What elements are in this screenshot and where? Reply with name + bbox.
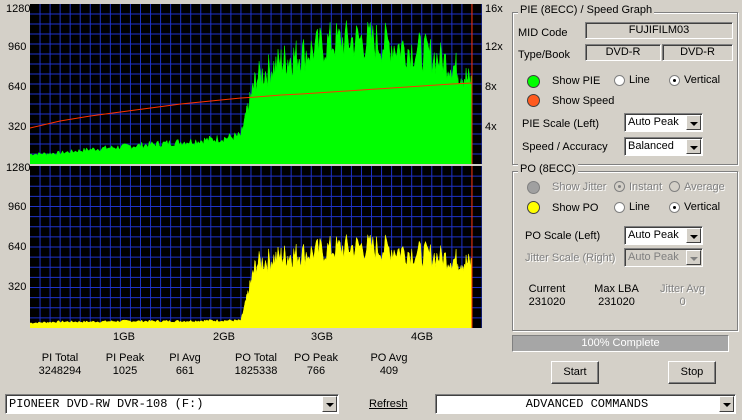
po-vertical-label[interactable]: Vertical [684, 201, 720, 213]
jitter-instant-label: Instant [629, 181, 663, 193]
type-book-label: Type/Book [518, 49, 570, 61]
chevron-down-icon[interactable] [686, 139, 701, 154]
x-tick-2gb: 2GB [213, 331, 236, 343]
book-value: DVD-R [662, 44, 733, 61]
po-scale-label: PO Scale (Left) [525, 230, 601, 242]
x-tick-4gb: 4GB [411, 331, 434, 343]
jitter-average-label: Average [684, 181, 725, 193]
jitter-scale-label: Jitter Scale (Right) [525, 252, 616, 264]
top-y-tick-640: 640 [8, 81, 27, 93]
top-y-tick-320: 320 [8, 121, 27, 133]
bottom-y-tick-640: 640 [8, 241, 27, 253]
po-graph [30, 166, 482, 328]
show-speed-label[interactable]: Show Speed [552, 95, 614, 107]
po-line-label[interactable]: Line [629, 201, 650, 213]
bottom-y-tick-1280: 1280 [6, 162, 31, 174]
current-lba: Current 231020 [528, 283, 566, 308]
jitter-color-indicator [527, 181, 540, 194]
jitter-instant-radio [614, 181, 625, 192]
bottom-y-tick-960: 960 [8, 201, 27, 213]
po-color-indicator[interactable] [527, 201, 540, 214]
speed-accuracy-select[interactable]: Balanced [624, 137, 703, 156]
stat-pi-avg: PI Avg 661 [169, 352, 201, 377]
speed-tick-4x: 4x [485, 121, 497, 133]
pie-line-radio[interactable] [614, 75, 625, 86]
pie-line-label[interactable]: Line [629, 74, 650, 86]
speed-tick-8x: 8x [485, 81, 497, 93]
chevron-down-icon[interactable] [322, 396, 337, 412]
chevron-down-icon[interactable] [719, 396, 734, 412]
progress-text: 100% Complete [581, 337, 660, 349]
stat-pi-peak: PI Peak 1025 [105, 352, 145, 377]
stat-po-peak: PO Peak 766 [293, 352, 339, 377]
pie-scale-select[interactable]: Auto Peak [624, 113, 703, 132]
show-pie-label[interactable]: Show PIE [552, 75, 600, 87]
pie-speed-group-title: PIE (8ECC) / Speed Graph [518, 4, 655, 16]
bottom-y-tick-320: 320 [8, 281, 27, 293]
top-y-tick-960: 960 [8, 41, 27, 53]
stat-po-avg: PO Avg 409 [370, 352, 408, 377]
mid-code-label: MID Code [518, 27, 568, 39]
speed-tick-16x: 16x [485, 3, 503, 15]
jitter-avg: Jitter Avg 0 [659, 283, 706, 308]
pie-speed-graph [30, 4, 482, 164]
top-y-tick-1280: 1280 [6, 3, 31, 15]
po-vertical-radio[interactable] [669, 202, 680, 213]
max-lba: Max LBA 231020 [594, 283, 639, 308]
pie-vertical-radio[interactable] [669, 75, 680, 86]
po-group-title: PO (8ECC) [518, 163, 578, 175]
speed-color-indicator[interactable] [527, 94, 540, 107]
speed-tick-12x: 12x [485, 41, 503, 53]
type-value: DVD-R [585, 44, 661, 61]
stop-button[interactable]: Stop [668, 361, 716, 384]
drive-select[interactable]: PIONEER DVD-RW DVR-108 (F:) [5, 394, 339, 414]
pie-vertical-label[interactable]: Vertical [684, 74, 720, 86]
chevron-down-icon[interactable] [686, 228, 701, 243]
advanced-commands-select[interactable]: ADVANCED COMMANDS [435, 394, 736, 414]
refresh-button[interactable]: Refresh [369, 398, 408, 410]
stat-pi-total: PI Total 3248294 [38, 352, 82, 377]
progress-bar: 100% Complete [512, 335, 729, 352]
pie-color-indicator[interactable] [527, 75, 540, 88]
jitter-scale-select: Auto Peak [624, 248, 703, 267]
jitter-average-radio [669, 181, 680, 192]
speed-accuracy-label: Speed / Accuracy [522, 141, 608, 153]
show-po-label[interactable]: Show PO [552, 202, 598, 214]
x-tick-1gb: 1GB [113, 331, 136, 343]
x-tick-3gb: 3GB [311, 331, 334, 343]
start-button[interactable]: Start [551, 361, 599, 384]
po-line-radio[interactable] [614, 202, 625, 213]
chevron-down-icon[interactable] [686, 115, 701, 130]
stat-po-total: PO Total 1825338 [234, 352, 278, 377]
show-jitter-label: Show Jitter [552, 181, 607, 193]
po-scale-select[interactable]: Auto Peak [624, 226, 703, 245]
pie-scale-label: PIE Scale (Left) [522, 118, 600, 130]
mid-code-value: FUJIFILM03 [585, 22, 733, 39]
chevron-down-icon [686, 250, 701, 265]
